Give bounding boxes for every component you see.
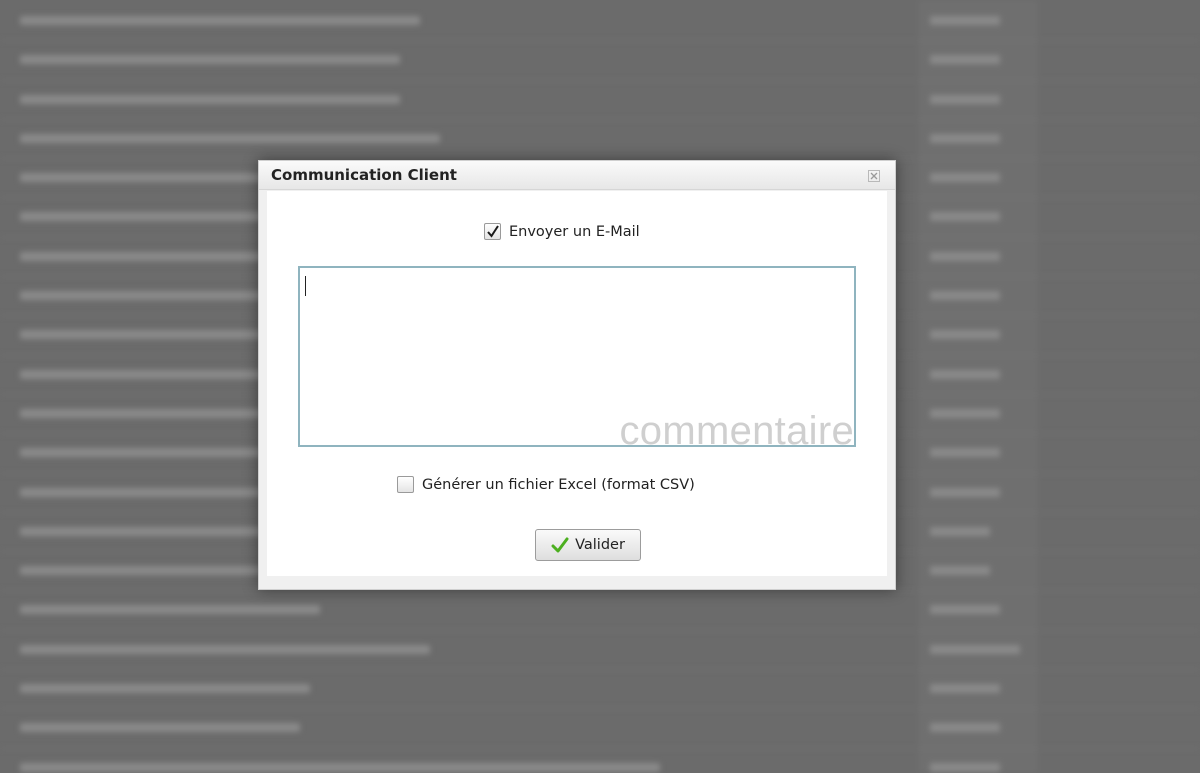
green-checkmark-icon (551, 537, 569, 553)
generate-excel-label: Générer un fichier Excel (format CSV) (422, 476, 695, 493)
valider-button[interactable]: Valider (535, 529, 641, 561)
page: Communication Client Envoyer un E-Mail c… (0, 0, 1200, 773)
generate-excel-checkbox[interactable] (397, 476, 414, 493)
dialog-body: Envoyer un E-Mail commentaire Générer un… (267, 191, 887, 576)
text-caret (305, 276, 306, 296)
send-email-label: Envoyer un E-Mail (509, 223, 640, 240)
communication-client-dialog: Communication Client Envoyer un E-Mail c… (258, 160, 896, 590)
excel-option: Générer un fichier Excel (format CSV) (397, 476, 695, 493)
dialog-titlebar: Communication Client (259, 161, 895, 190)
close-icon[interactable] (867, 168, 881, 182)
valider-label: Valider (575, 537, 625, 553)
checkmark-icon (487, 225, 499, 238)
email-option: Envoyer un E-Mail (484, 223, 640, 240)
comment-textarea[interactable]: commentaire (298, 266, 856, 451)
dialog-title: Communication Client (271, 166, 457, 184)
send-email-checkbox[interactable] (484, 223, 501, 240)
comment-placeholder: commentaire (619, 409, 854, 453)
